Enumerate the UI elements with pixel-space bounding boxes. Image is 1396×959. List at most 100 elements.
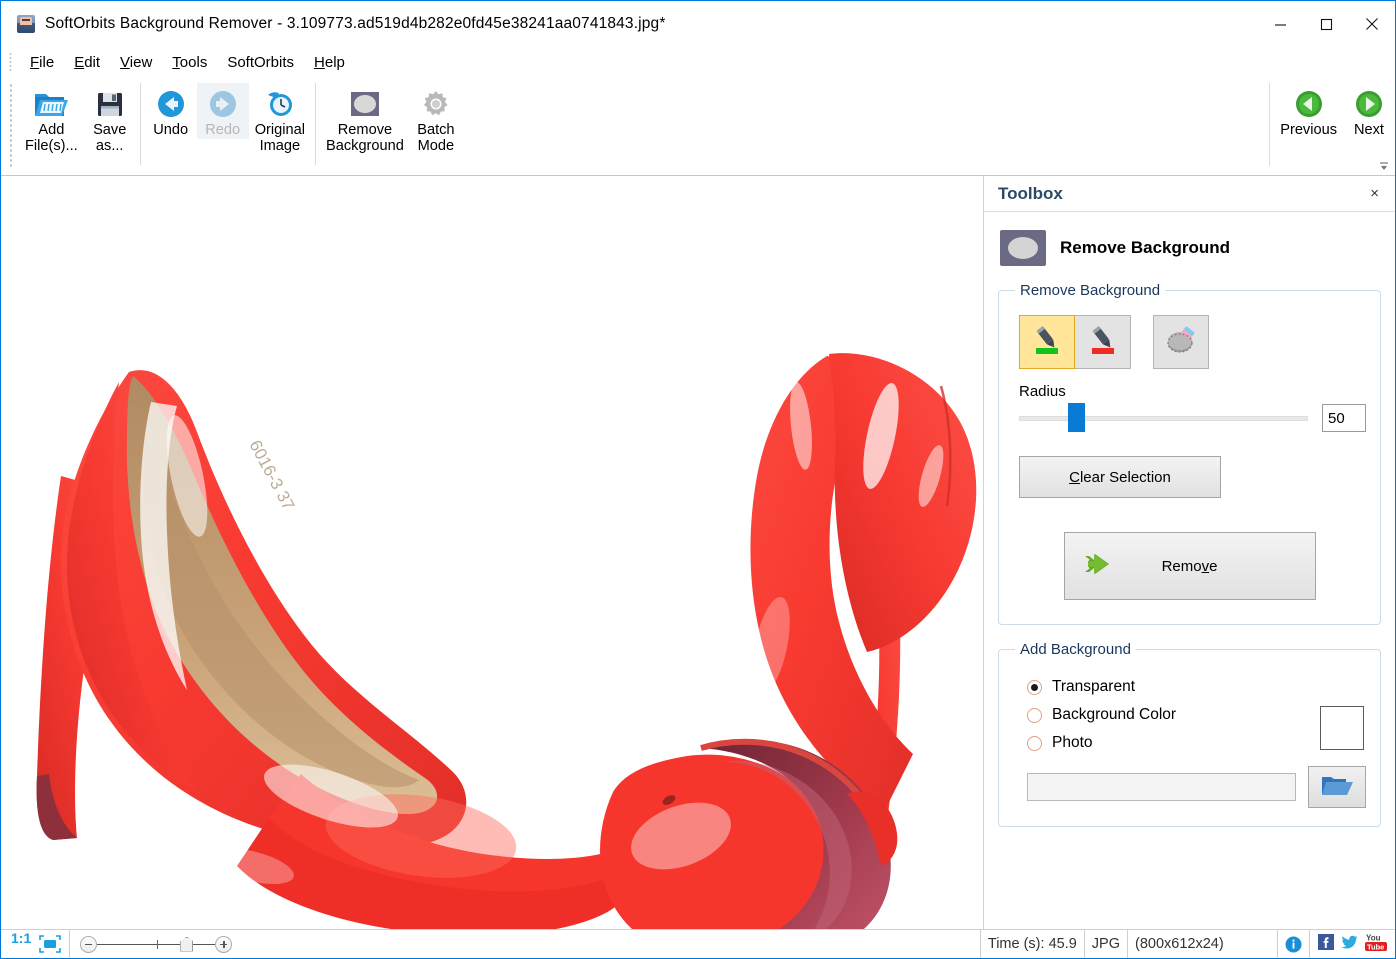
toolbar-file-group: Add File(s)... Save as... (19, 77, 136, 175)
photo-path-row (1027, 766, 1366, 808)
option-photo-label: Photo (1052, 734, 1093, 752)
batch-mode-button[interactable]: Batch Mode (410, 83, 462, 155)
add-files-label: Add File(s)... (25, 123, 78, 155)
marker-tools-row (1019, 315, 1366, 369)
gear-icon (421, 87, 451, 121)
save-as-button[interactable]: Save as... (84, 83, 136, 155)
menu-file[interactable]: File (20, 51, 64, 74)
remove-background-group: Remove Background (998, 282, 1381, 625)
radius-slider-thumb[interactable] (1068, 403, 1085, 432)
zoom-slider-thumb[interactable] (180, 937, 193, 952)
workspace: 6016-3 37 (1, 176, 1395, 929)
redo-arrow-icon (208, 87, 238, 121)
fit-to-screen-icon (39, 935, 61, 953)
toolbar-grip[interactable] (9, 83, 13, 169)
browse-photo-button[interactable] (1308, 766, 1366, 808)
main-toolbar: Add File(s)... Save as... (1, 77, 1395, 176)
redo-label: Redo (205, 123, 240, 139)
zoom-track-left (97, 944, 157, 945)
menu-bar: File Edit View Tools SoftOrbits Help (1, 47, 1395, 77)
add-background-group: Add Background Transparent Background Co… (998, 641, 1381, 827)
menu-edit[interactable]: Edit (64, 51, 110, 74)
option-transparent[interactable]: Transparent (1027, 678, 1366, 696)
svg-text:You: You (1366, 934, 1381, 943)
radio-background-color[interactable] (1027, 708, 1042, 723)
minimize-button[interactable] (1257, 1, 1303, 47)
window-title: SoftOrbits Background Remover - 3.109773… (45, 15, 666, 33)
zoom-in-icon[interactable] (215, 936, 232, 953)
undo-button[interactable]: Undo (145, 83, 197, 139)
social-links: You Tube (1310, 930, 1395, 958)
zoom-controls (69, 930, 242, 958)
undo-label: Undo (153, 123, 188, 139)
green-double-arrow-icon (1083, 550, 1117, 582)
next-label: Next (1354, 123, 1384, 139)
clear-selection-button[interactable]: Clear Selection (1019, 456, 1221, 498)
zoom-track-right (193, 944, 215, 945)
original-image-label: Original Image (255, 123, 305, 155)
zoom-out-icon[interactable] (80, 936, 97, 953)
radio-photo[interactable] (1027, 736, 1042, 751)
save-as-label: Save as... (93, 123, 126, 155)
original-image-button[interactable]: Original Image (249, 83, 311, 155)
status-bar: 1:1 Time (s): 45.9 JPG (800x612x24) (1, 929, 1395, 958)
toolbox-title: Toolbox (998, 184, 1364, 204)
clear-selection-label: Clear Selection (1069, 469, 1171, 486)
option-background-color[interactable]: Background Color (1027, 706, 1366, 724)
eraser-tool-button[interactable] (1153, 315, 1209, 369)
batch-mode-label: Batch Mode (417, 123, 454, 155)
radio-transparent[interactable] (1027, 680, 1042, 695)
remove-background-button[interactable]: Remove Background (320, 83, 410, 155)
svg-text:Tube: Tube (1367, 943, 1384, 952)
remove-button[interactable]: Remove (1064, 532, 1316, 600)
remove-marker-tool-button[interactable] (1075, 315, 1131, 369)
pencil-green-icon (1030, 323, 1064, 362)
open-folder-icon (33, 87, 69, 121)
image-viewport[interactable]: 6016-3 37 (1, 176, 983, 929)
remove-background-label: Remove Background (326, 123, 404, 155)
app-logo-icon (17, 15, 35, 33)
add-background-legend: Add Background (1015, 641, 1136, 658)
radius-slider-row: 50 (1019, 404, 1366, 432)
close-button[interactable] (1349, 1, 1395, 47)
facebook-icon[interactable] (1318, 934, 1334, 954)
menu-help[interactable]: Help (304, 51, 355, 74)
pencil-red-icon (1086, 323, 1120, 362)
maximize-button[interactable] (1303, 1, 1349, 47)
image-canvas[interactable]: 6016-3 37 (1, 176, 984, 929)
info-icon (1285, 936, 1302, 953)
active-tool-header: Remove Background (1000, 230, 1381, 266)
photo-path-input[interactable] (1027, 773, 1296, 801)
previous-button[interactable]: Previous (1274, 83, 1343, 139)
background-color-swatch[interactable] (1320, 706, 1364, 750)
clock-history-icon (265, 87, 295, 121)
menu-view[interactable]: View (110, 51, 162, 74)
toolbox-header: Toolbox × (984, 176, 1395, 212)
toolbar-separator-3 (1269, 83, 1270, 166)
menu-tools[interactable]: Tools (162, 51, 217, 74)
toolbar-history-group: Undo Redo (145, 77, 311, 175)
next-button[interactable]: Next (1343, 83, 1395, 139)
keep-marker-tool-button[interactable] (1019, 315, 1075, 369)
youtube-icon[interactable]: You Tube (1365, 933, 1387, 955)
image-dimensions: (800x612x24) (1128, 930, 1278, 958)
fit-to-screen-button[interactable] (37, 930, 69, 958)
active-tool-label: Remove Background (1060, 238, 1230, 258)
toolbox-close-icon[interactable]: × (1364, 183, 1385, 204)
radius-value-input[interactable]: 50 (1322, 404, 1366, 432)
radius-slider[interactable] (1019, 407, 1308, 429)
redo-button[interactable]: Redo (197, 83, 249, 139)
menu-softorbits[interactable]: SoftOrbits (217, 51, 304, 74)
remove-button-label: Remove (1162, 558, 1218, 575)
twitter-icon[interactable] (1341, 935, 1358, 954)
undo-arrow-icon (156, 87, 186, 121)
previous-label: Previous (1280, 123, 1337, 139)
toolbar-nav-group: Previous Next (1265, 77, 1395, 176)
marker-tool-pair (1019, 315, 1131, 369)
option-photo[interactable]: Photo (1027, 734, 1366, 752)
menubar-grip[interactable] (9, 52, 12, 72)
info-button[interactable] (1278, 930, 1310, 958)
remove-bg-icon (349, 87, 381, 121)
add-files-button[interactable]: Add File(s)... (19, 83, 84, 155)
application-window: SoftOrbits Background Remover - 3.109773… (0, 0, 1396, 959)
